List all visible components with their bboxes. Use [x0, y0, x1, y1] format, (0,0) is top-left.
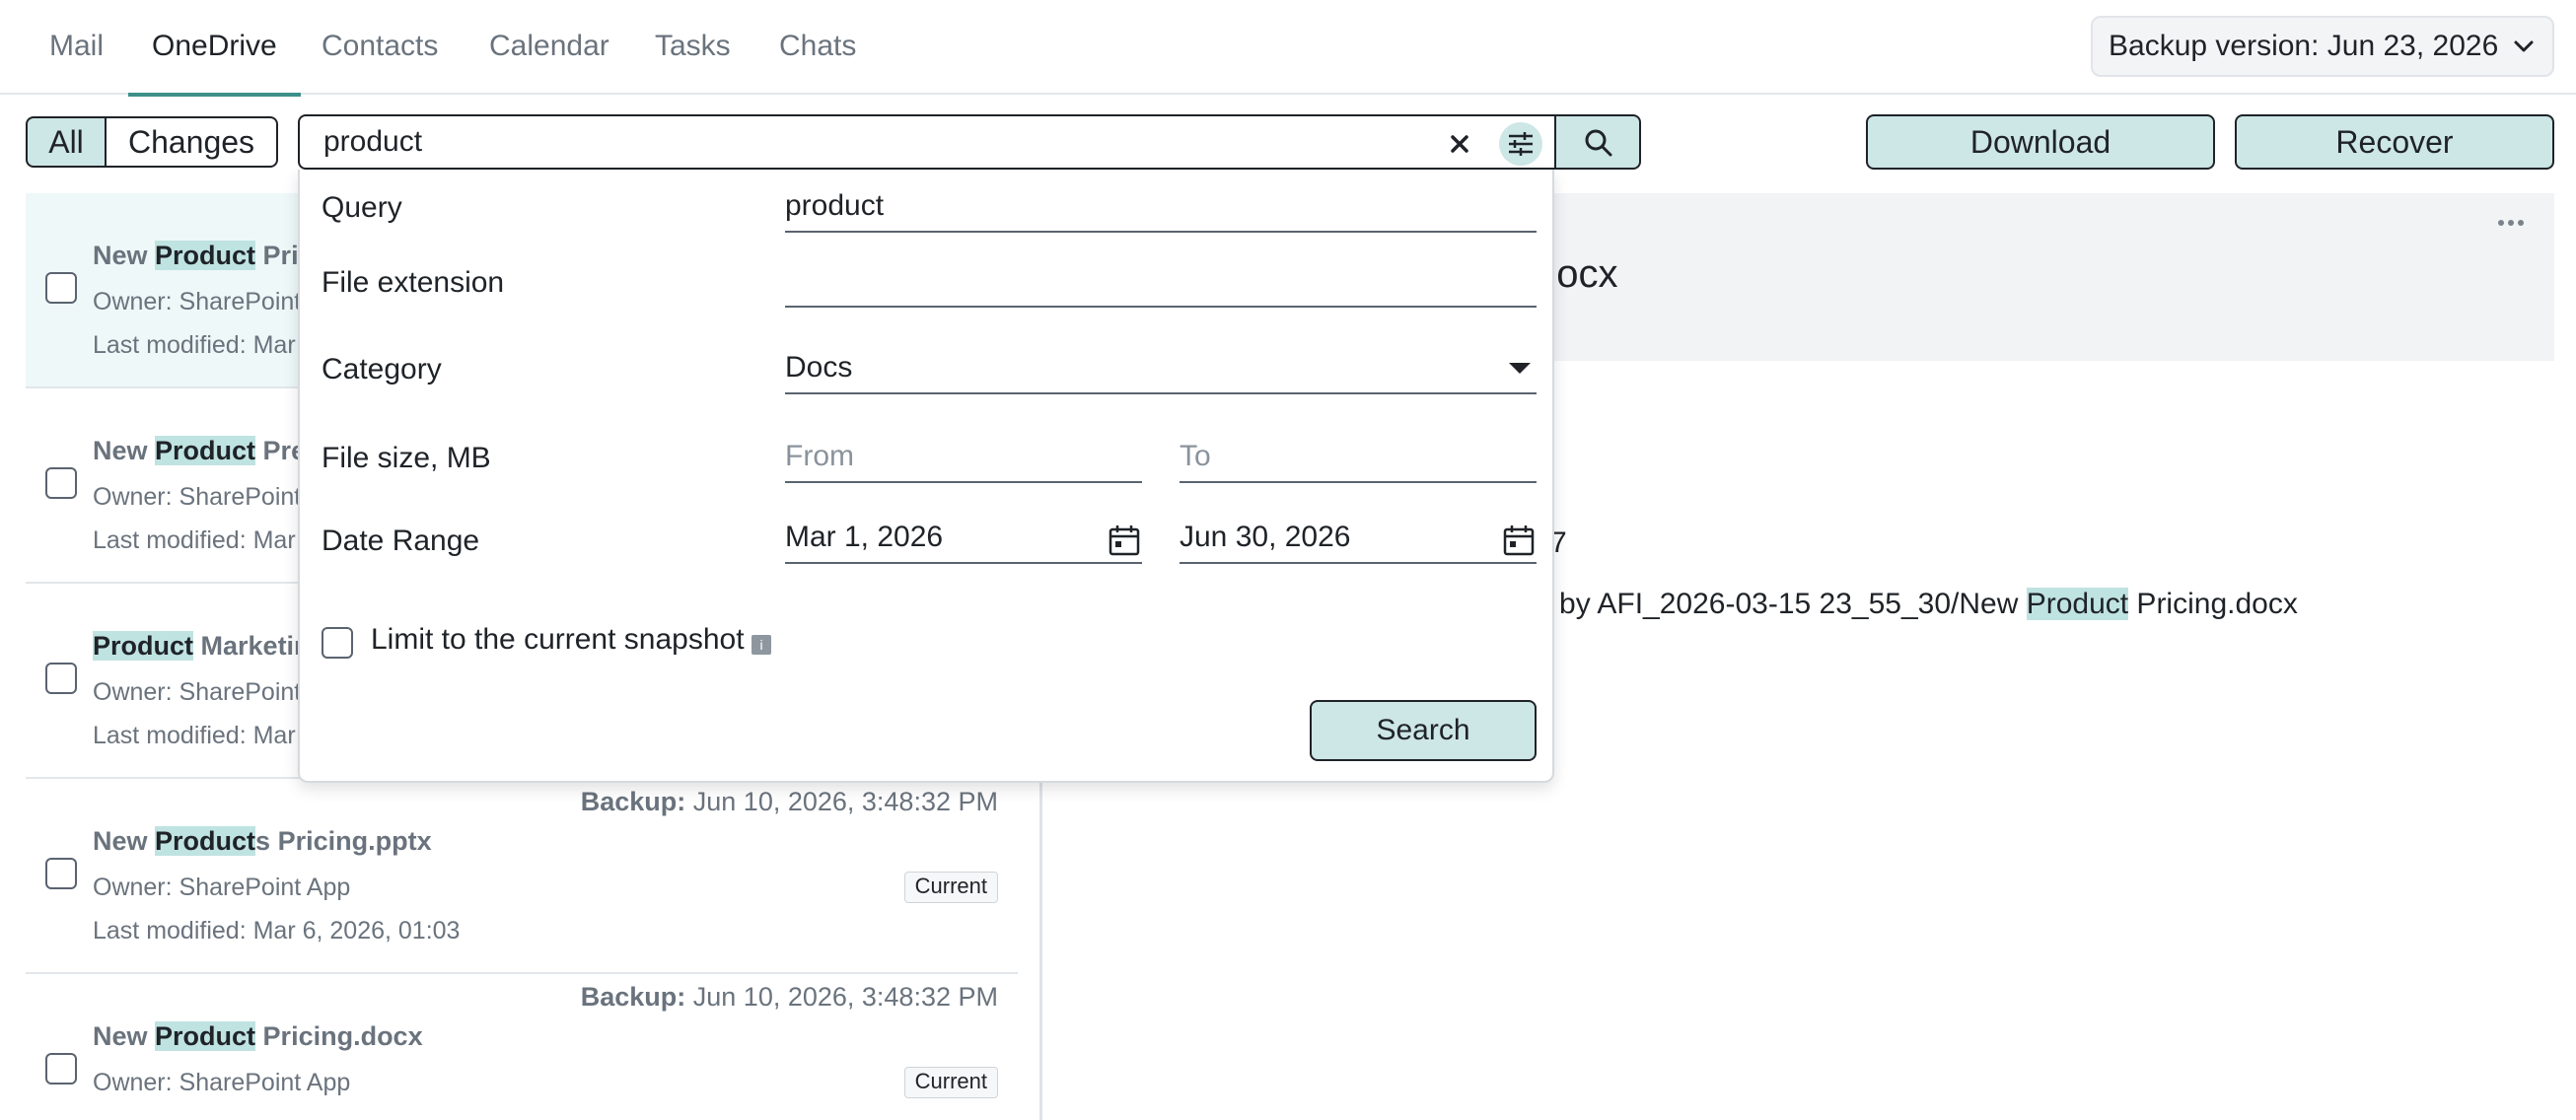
- list-item[interactable]: Backup: Jun 10, 2026, 3:48:32 PM New Pro…: [26, 974, 1018, 1120]
- list-item-title: New Product Pric: [93, 241, 314, 271]
- list-item-backup-label: Backup:: [580, 787, 686, 816]
- search-input[interactable]: product: [298, 114, 1556, 170]
- info-icon[interactable]: i: [751, 635, 771, 655]
- list-item-checkbox[interactable]: [45, 467, 77, 499]
- list-item-title-pre: New: [93, 826, 156, 856]
- top-navigation: Mail OneDrive Contacts Calendar Tasks Ch…: [0, 0, 2576, 97]
- backup-version-value: Backup version: Jun 23, 2026: [2109, 30, 2499, 62]
- detail-path-suffix: Pricing.docx: [2128, 588, 2298, 620]
- list-item-title-highlight: Product: [155, 1021, 256, 1051]
- list-item-owner: Owner: SharePoint: [93, 678, 302, 706]
- list-item-title: Product Marketin: [93, 631, 311, 662]
- file-extension-field[interactable]: [785, 258, 1537, 308]
- date-from-value: Mar 1, 2026: [785, 521, 944, 553]
- list-item-modified: Last modified: Mar: [93, 526, 296, 554]
- list-item-backup-value: Jun 10, 2026, 3:48:32 PM: [685, 982, 998, 1012]
- view-all-toggle[interactable]: All: [26, 116, 107, 168]
- category-label: Category: [322, 353, 442, 385]
- search-icon: [1585, 129, 1612, 157]
- query-field[interactable]: product: [785, 183, 1537, 233]
- tab-mail[interactable]: Mail: [26, 0, 127, 95]
- chevron-down-icon: [2514, 40, 2534, 52]
- status-badge: Current: [903, 1067, 998, 1098]
- list-item-checkbox[interactable]: [45, 1053, 77, 1085]
- list-item-title-post: Marketin: [193, 631, 311, 661]
- tab-chats[interactable]: Chats: [755, 0, 880, 95]
- list-item-backup-label: Backup:: [580, 982, 686, 1012]
- list-item-modified: Last modified: Mar: [93, 331, 296, 359]
- file-extension-label: File extension: [322, 266, 505, 299]
- limit-snapshot-label[interactable]: Limit to the current snapshot: [371, 623, 745, 657]
- file-size-label: File size, MB: [322, 442, 491, 474]
- tab-calendar[interactable]: Calendar: [465, 0, 633, 95]
- category-select[interactable]: Docs: [785, 345, 1537, 394]
- list-item[interactable]: Backup: Jun 10, 2026, 3:48:32 PM New Pro…: [26, 779, 1018, 974]
- status-badge: Current: [903, 872, 998, 903]
- tab-onedrive[interactable]: OneDrive: [128, 0, 301, 97]
- list-item-backup-value: Jun 10, 2026, 3:48:32 PM: [685, 787, 998, 816]
- backup-version-select[interactable]: Backup version: Jun 23, 2026: [2091, 16, 2554, 77]
- file-size-to-field[interactable]: To: [1180, 434, 1537, 483]
- close-icon[interactable]: [1442, 126, 1477, 162]
- list-item-title: New Product Pre: [93, 436, 306, 466]
- list-item-checkbox[interactable]: [45, 272, 77, 304]
- recover-button[interactable]: Recover: [2235, 114, 2554, 170]
- detail-path-prefix: d by AFI_2026-03-15 23_55_30/New: [1535, 588, 2027, 620]
- date-from-field[interactable]: Mar 1, 2026: [785, 515, 1142, 564]
- list-item-owner: Owner: SharePoint: [93, 483, 302, 511]
- detail-path: d by AFI_2026-03-15 23_55_30/New Product…: [1535, 588, 2298, 621]
- list-item-title-pre: New: [93, 436, 156, 465]
- detail-path-highlight: Product: [2026, 588, 2129, 620]
- search-filter-popover: Query product File extension Category Do…: [298, 170, 1554, 783]
- list-item-title: New Product Pricing.docx: [93, 1021, 423, 1052]
- more-options-icon[interactable]: [2491, 213, 2531, 233]
- list-item-modified: Last modified: Mar 6, 2026, 01:03: [93, 917, 461, 945]
- download-button[interactable]: Download: [1866, 114, 2215, 170]
- search-button[interactable]: [1554, 114, 1641, 170]
- list-item-owner: Owner: SharePoint App: [93, 874, 351, 901]
- date-range-label: Date Range: [322, 525, 480, 557]
- list-item-title-highlight: Product: [93, 631, 194, 661]
- date-to-field[interactable]: Jun 30, 2026: [1180, 515, 1537, 564]
- search-input-value: product: [323, 125, 423, 158]
- list-item-title-post: s Pricing.pptx: [255, 826, 432, 856]
- dropdown-arrow-icon: [1509, 363, 1531, 374]
- list-item-title-pre: New: [93, 1021, 156, 1051]
- query-label: Query: [322, 191, 402, 224]
- list-item-modified: Last modified: Mar: [93, 722, 296, 749]
- list-item-title-highlight: Product: [155, 826, 256, 856]
- view-changes-toggle[interactable]: Changes: [105, 116, 278, 168]
- limit-snapshot-checkbox[interactable]: [322, 627, 353, 659]
- list-item-owner: Owner: SharePoint App: [93, 1069, 351, 1096]
- calendar-icon[interactable]: [1107, 523, 1142, 558]
- category-value: Docs: [785, 351, 853, 384]
- list-item-title-post: Pricing.docx: [255, 1021, 423, 1051]
- tab-tasks[interactable]: Tasks: [631, 0, 754, 95]
- date-to-value: Jun 30, 2026: [1180, 521, 1351, 553]
- list-item-checkbox[interactable]: [45, 858, 77, 889]
- filter-sliders-icon[interactable]: [1499, 122, 1542, 166]
- filter-search-button[interactable]: Search: [1310, 700, 1537, 761]
- calendar-icon[interactable]: [1501, 523, 1537, 558]
- list-item-title: New Products Pricing.pptx: [93, 826, 432, 857]
- list-item-backup: Backup: Jun 10, 2026, 3:48:32 PM: [581, 787, 998, 817]
- list-item-owner: Owner: SharePoint: [93, 288, 302, 315]
- list-item-title-pre: New: [93, 241, 156, 270]
- tab-contacts[interactable]: Contacts: [298, 0, 462, 95]
- file-size-from-field[interactable]: From: [785, 434, 1142, 483]
- list-item-backup: Backup: Jun 10, 2026, 3:48:32 PM: [581, 982, 998, 1013]
- list-item-title-highlight: Product: [155, 241, 256, 270]
- list-item-title-highlight: Product: [155, 436, 256, 465]
- list-item-checkbox[interactable]: [45, 663, 77, 694]
